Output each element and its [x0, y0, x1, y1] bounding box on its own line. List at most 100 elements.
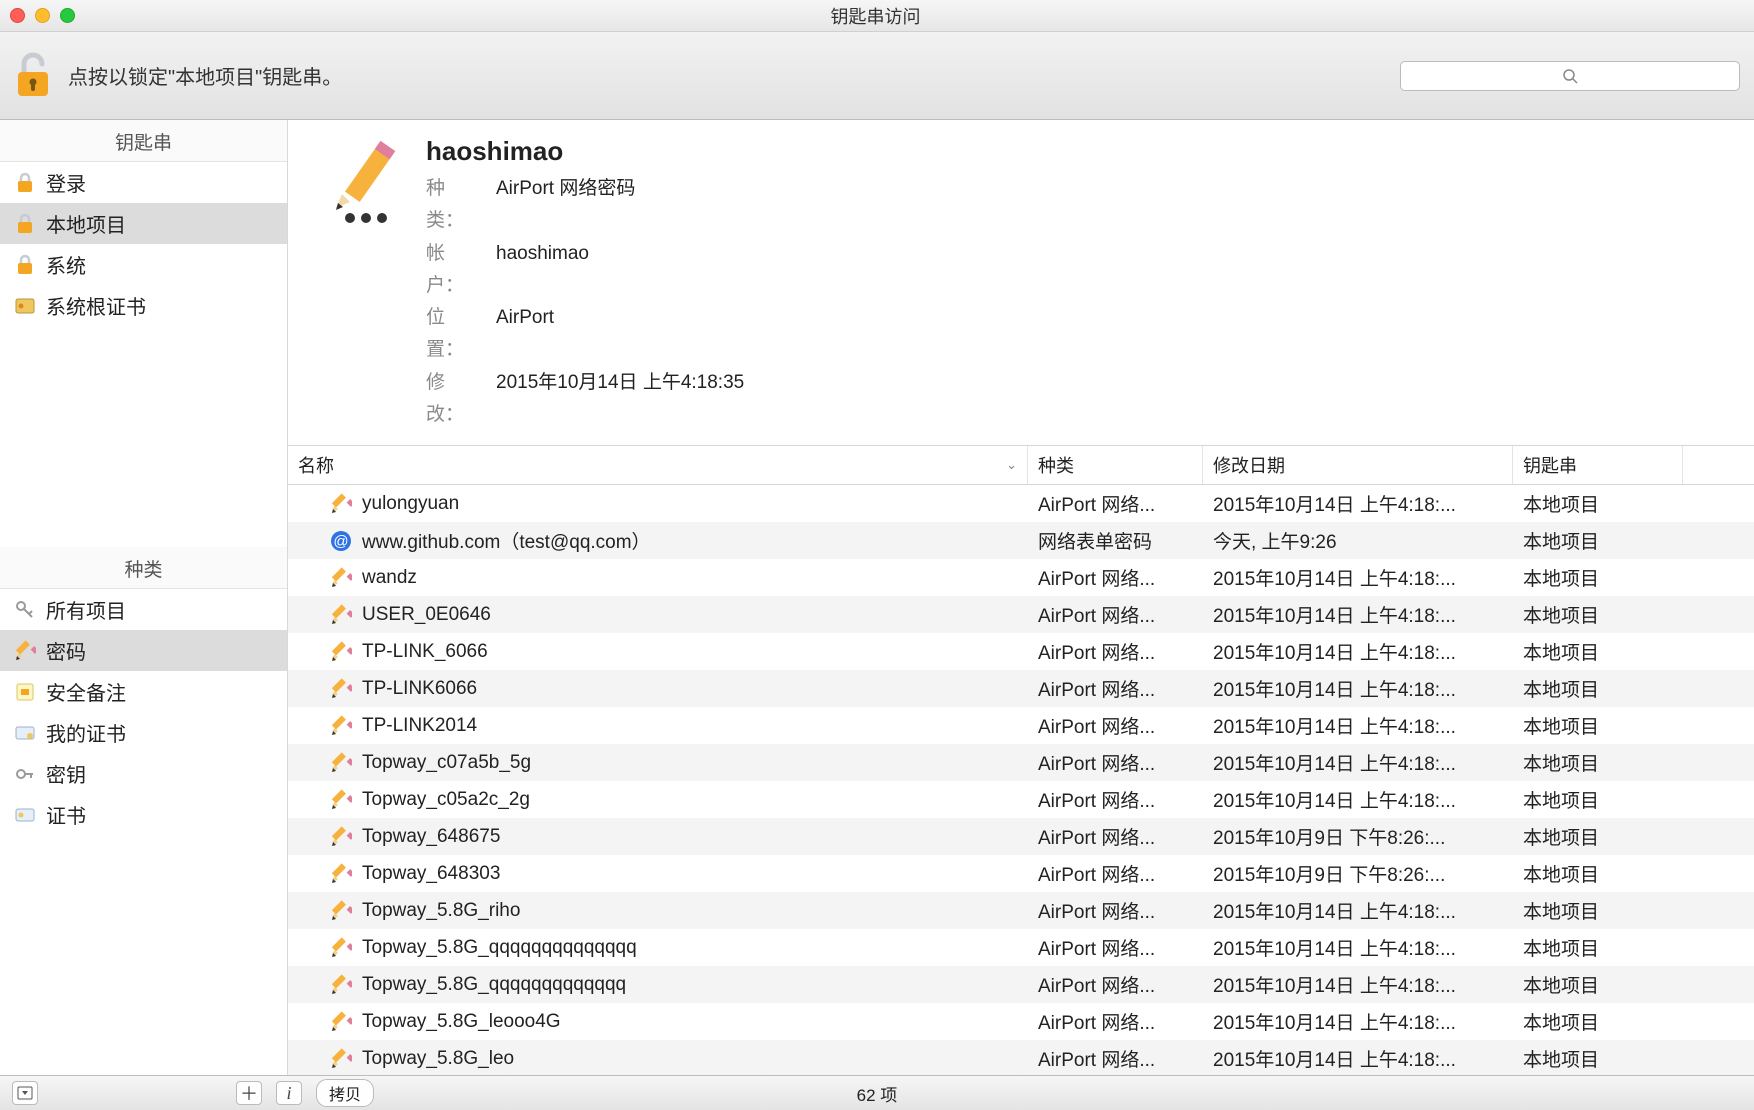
row-kind: AirPort 网络...	[1028, 633, 1203, 670]
category-item[interactable]: 安全备注	[0, 671, 287, 712]
table-row[interactable]: TP-LINK_6066 AirPort 网络...2015年10月14日 上午4…	[288, 633, 1754, 670]
row-name: TP-LINK_6066	[362, 641, 488, 663]
row-date: 2015年10月14日 上午4:18:...	[1203, 670, 1513, 707]
detail-kind-label: 种类：	[426, 173, 482, 238]
row-keychain: 本地项目	[1513, 633, 1683, 670]
cert-icon	[14, 295, 36, 317]
table-row[interactable]: Topway_c07a5b_5gAirPort 网络...2015年10月14日…	[288, 744, 1754, 781]
keys-icon	[14, 599, 36, 621]
row-kind: AirPort 网络...	[1028, 670, 1203, 707]
column-date[interactable]: 修改日期	[1203, 446, 1513, 484]
content-area: haoshimao 种类：AirPort 网络密码 帐户：haoshimao 位…	[288, 120, 1754, 1075]
table-row[interactable]: USER_0E0646AirPort 网络...2015年10月14日 上午4:…	[288, 596, 1754, 633]
row-name: Topway_c05a2c_2g	[362, 789, 530, 811]
row-kind: AirPort 网络...	[1028, 707, 1203, 744]
category-item[interactable]: 密钥	[0, 753, 287, 794]
table-row[interactable]: wandzAirPort 网络...2015年10月14日 上午4:18:...…	[288, 559, 1754, 596]
column-name[interactable]: 名称⌄	[288, 446, 1028, 484]
lock-icon	[14, 254, 36, 276]
pencil-icon	[330, 1048, 352, 1070]
minimize-window-button[interactable]	[35, 8, 50, 23]
search-input[interactable]	[1400, 61, 1740, 91]
detail-modified-value: 2015年10月14日 上午4:18:35	[496, 367, 744, 432]
show-actions-button[interactable]	[12, 1081, 38, 1105]
row-kind: AirPort 网络...	[1028, 559, 1203, 596]
keychain-label: 本地项目	[46, 209, 126, 238]
close-window-button[interactable]	[10, 8, 25, 23]
category-label: 证书	[46, 800, 86, 829]
table-body[interactable]: yulongyuanAirPort 网络...2015年10月14日 上午4:1…	[288, 485, 1754, 1075]
row-kind: AirPort 网络...	[1028, 855, 1203, 892]
keychain-item[interactable]: 本地项目	[0, 203, 287, 244]
pencil-icon	[330, 641, 352, 663]
lock-keychain-button[interactable]	[14, 51, 52, 101]
row-keychain: 本地项目	[1513, 522, 1683, 559]
table-row[interactable]: Topway_5.8G_rihoAirPort 网络...2015年10月14日…	[288, 892, 1754, 929]
sort-descending-icon: ⌄	[1006, 457, 1017, 473]
row-date: 2015年10月14日 上午4:18:...	[1203, 744, 1513, 781]
row-kind: AirPort 网络...	[1028, 1040, 1203, 1075]
table-row[interactable]: www.github.com（test@qq.com）网络表单密码今天, 上午9…	[288, 522, 1754, 559]
copy-button[interactable]: 拷贝	[316, 1079, 374, 1107]
key-icon	[14, 763, 36, 785]
row-keychain: 本地项目	[1513, 670, 1683, 707]
table-row[interactable]: Topway_5.8G_leooo4GAirPort 网络...2015年10月…	[288, 1003, 1754, 1040]
pencil-icon	[330, 678, 352, 700]
category-item[interactable]: 密码	[0, 630, 287, 671]
pencil-icon	[330, 1011, 352, 1033]
detail-account-value: haoshimao	[496, 238, 589, 303]
row-name: Topway_5.8G_qqqqqqqqqqqqq	[362, 974, 626, 996]
titlebar: 钥匙串访问	[0, 0, 1754, 32]
table-row[interactable]: TP-LINK2014AirPort 网络...2015年10月14日 上午4:…	[288, 707, 1754, 744]
pencil-icon	[330, 715, 352, 737]
detail-modified-label: 修改：	[426, 367, 482, 432]
row-kind: AirPort 网络...	[1028, 818, 1203, 855]
row-name: Topway_648303	[362, 863, 500, 885]
keychain-label: 登录	[46, 168, 86, 197]
row-keychain: 本地项目	[1513, 892, 1683, 929]
category-label: 我的证书	[46, 718, 126, 747]
row-date: 2015年10月14日 上午4:18:...	[1203, 633, 1513, 670]
add-item-button[interactable]: ＋	[236, 1081, 262, 1105]
row-keychain: 本地项目	[1513, 744, 1683, 781]
row-date: 2015年10月14日 上午4:18:...	[1203, 707, 1513, 744]
row-kind: AirPort 网络...	[1028, 1003, 1203, 1040]
table-row[interactable]: TP-LINK6066 AirPort 网络...2015年10月14日 上午4:…	[288, 670, 1754, 707]
row-keychain: 本地项目	[1513, 929, 1683, 966]
column-keychain[interactable]: 钥匙串	[1513, 446, 1683, 484]
unlocked-lock-icon	[14, 52, 52, 100]
category-label: 所有项目	[46, 595, 126, 624]
column-kind[interactable]: 种类	[1028, 446, 1203, 484]
row-name: www.github.com（test@qq.com）	[362, 527, 651, 554]
category-item[interactable]: 所有项目	[0, 589, 287, 630]
sidebar-category-title: 种类	[0, 547, 287, 589]
category-item[interactable]: 我的证书	[0, 712, 287, 753]
pencil-icon	[330, 789, 352, 811]
keychain-item[interactable]: 系统	[0, 244, 287, 285]
row-kind: AirPort 网络...	[1028, 966, 1203, 1003]
toolbar-hint: 点按以锁定"本地项目"钥匙串。	[68, 61, 342, 90]
row-name: Topway_5.8G_leooo4G	[362, 1011, 561, 1033]
note-icon	[14, 681, 36, 703]
keychain-item[interactable]: 系统根证书	[0, 285, 287, 326]
category-item[interactable]: 证书	[0, 794, 287, 835]
row-date: 2015年10月14日 上午4:18:...	[1203, 559, 1513, 596]
table-row[interactable]: Topway_648675AirPort 网络...2015年10月9日 下午8…	[288, 818, 1754, 855]
table-row[interactable]: Topway_5.8G_leoAirPort 网络...2015年10月14日 …	[288, 1040, 1754, 1075]
row-name: yulongyuan	[362, 493, 459, 515]
row-name: Topway_648675	[362, 826, 500, 848]
search-icon	[1562, 68, 1578, 84]
keychain-item[interactable]: 登录	[0, 162, 287, 203]
table-row[interactable]: yulongyuanAirPort 网络...2015年10月14日 上午4:1…	[288, 485, 1754, 522]
table-row[interactable]: Topway_5.8G_qqqqqqqqqqqqqAirPort 网络...20…	[288, 966, 1754, 1003]
table-row[interactable]: Topway_c05a2c_2gAirPort 网络...2015年10月14日…	[288, 781, 1754, 818]
at-icon	[330, 530, 352, 552]
info-button[interactable]: i	[276, 1081, 302, 1105]
row-date: 2015年10月14日 上午4:18:...	[1203, 1040, 1513, 1075]
keychain-label: 系统根证书	[46, 291, 146, 320]
row-name: TP-LINK6066	[362, 678, 477, 700]
table-row[interactable]: Topway_5.8G_qqqqqqqqqqqqqqAirPort 网络...2…	[288, 929, 1754, 966]
zoom-window-button[interactable]	[60, 8, 75, 23]
table-row[interactable]: Topway_648303AirPort 网络...2015年10月9日 下午8…	[288, 855, 1754, 892]
row-keychain: 本地项目	[1513, 707, 1683, 744]
